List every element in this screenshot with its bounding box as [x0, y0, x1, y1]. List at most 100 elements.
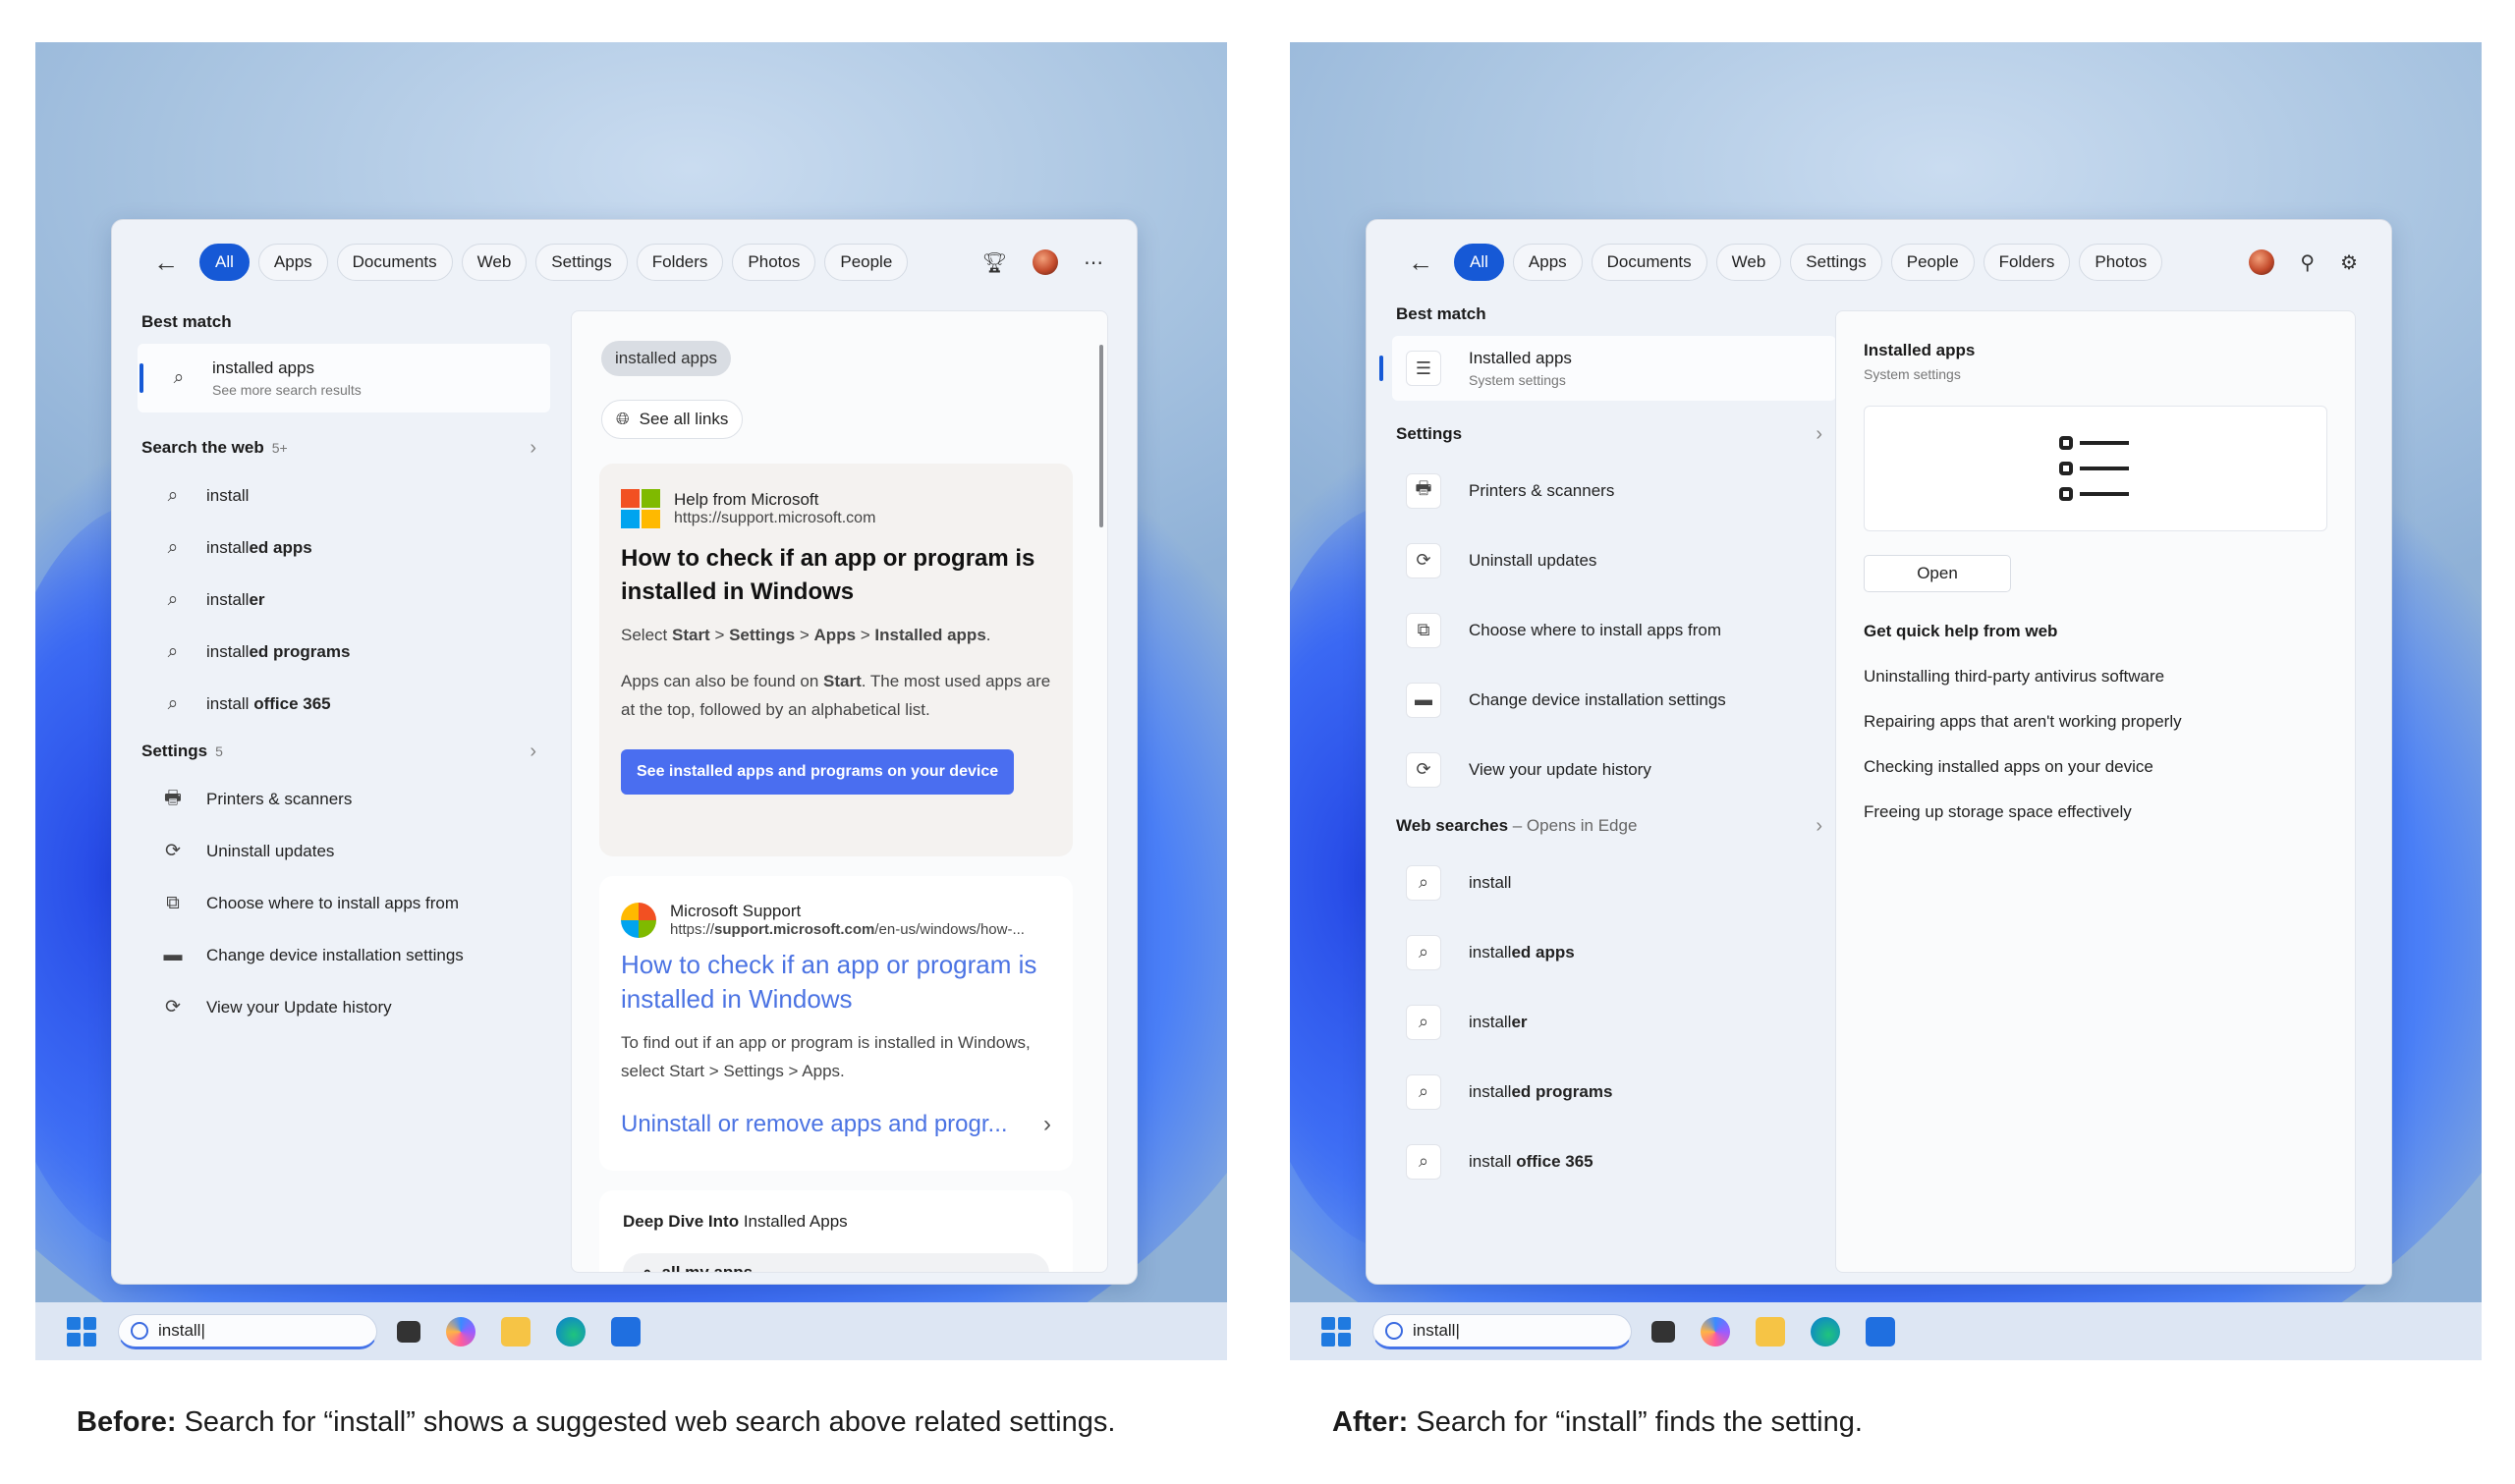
device-bar-icon: ▬	[163, 944, 183, 965]
more-options-icon[interactable]: ⋯	[1084, 250, 1103, 275]
before-screenshot: ← All Apps Documents Web Settings Folder…	[35, 42, 1227, 1360]
settings-item[interactable]: ⧉ Choose where to install apps from	[138, 877, 550, 929]
settings-heading[interactable]: Settings ›	[1392, 412, 1836, 456]
settings-item[interactable]: 🖶 Printers & scanners	[138, 773, 550, 825]
web-search-item[interactable]: ⌕ install office 365	[138, 678, 550, 730]
tab-folders[interactable]: Folders	[1983, 244, 2071, 281]
settings-item[interactable]: ⧉ Choose where to install apps from	[1392, 595, 1836, 665]
help-link[interactable]: Freeing up storage space effectively	[1864, 802, 2327, 822]
search-icon: ⌕	[173, 367, 185, 388]
file-explorer-icon[interactable]	[501, 1316, 531, 1347]
settings-heading[interactable]: Settings 5 ›	[138, 730, 550, 773]
web-search-item[interactable]: ⌕ install	[1392, 848, 1836, 917]
web-searches-heading[interactable]: Web searches – Opens in Edge ›	[1392, 804, 1836, 848]
see-all-links-button[interactable]: 🌐︎ See all links	[601, 400, 744, 439]
store-icon[interactable]	[611, 1316, 641, 1347]
web-search-item[interactable]: ⌕ installed apps	[1392, 917, 1836, 987]
settings-item[interactable]: ⟳ Uninstall updates	[1392, 525, 1836, 595]
task-view-icon[interactable]	[397, 1320, 420, 1343]
web-search-item[interactable]: ⌕ installed programs	[138, 626, 550, 678]
best-match-item[interactable]: ⌕ installed apps See more search results	[138, 344, 550, 412]
back-arrow-icon[interactable]: ←	[153, 247, 191, 278]
settings-item-label: Change device installation settings	[206, 945, 464, 964]
avatar[interactable]	[2249, 249, 2275, 275]
search-icon: ⌕	[1406, 1004, 1441, 1040]
tab-people[interactable]: People	[824, 244, 909, 281]
settings-item[interactable]: ▬ Change device installation settings	[1392, 665, 1836, 735]
web-search-item[interactable]: ⌕ installer	[138, 574, 550, 626]
web-results: ⌕ install ⌕ installed apps ⌕ installer ⌕ instal…	[138, 469, 550, 730]
taskbar: install|	[35, 1302, 1227, 1360]
task-view-icon[interactable]	[1651, 1320, 1675, 1343]
windows-start-icon[interactable]	[67, 1316, 96, 1347]
copilot-icon[interactable]	[446, 1316, 475, 1347]
suggestion-text: ed apps	[1511, 942, 1575, 962]
help-steps: Select Start > Settings > Apps > Install…	[621, 626, 991, 644]
web-search-item[interactable]: ⌕ install	[138, 469, 550, 522]
help-link[interactable]: Checking installed apps on your device	[1864, 757, 2327, 777]
settings-item[interactable]: 🖶 Printers & scanners	[1392, 456, 1836, 525]
edge-browser-icon[interactable]	[1811, 1316, 1840, 1347]
tab-people[interactable]: People	[1890, 244, 1975, 281]
help-link[interactable]: Uninstalling third-party antivirus softw…	[1864, 667, 2327, 687]
best-match-item[interactable]: ☰ Installed apps System settings	[1379, 336, 1836, 401]
web-search-item[interactable]: ⌕ install office 365	[1392, 1127, 1836, 1196]
taskbar-search-box[interactable]: install|	[118, 1313, 377, 1349]
avatar[interactable]	[1033, 249, 1058, 275]
web-search-label: installed programs	[1469, 1082, 1612, 1102]
tab-web[interactable]: Web	[461, 244, 528, 281]
installed-apps-list-icon	[1864, 406, 2327, 531]
settings-item[interactable]: ⟳ View your update history	[1392, 735, 1836, 804]
tab-settings[interactable]: Settings	[535, 244, 628, 281]
rewards-trophy-icon[interactable]: 🏆︎	[982, 250, 1007, 275]
chevron-right-icon: ›	[530, 740, 536, 762]
taskbar-search-box[interactable]: install|	[1372, 1313, 1632, 1349]
search-icon	[1385, 1321, 1403, 1340]
scrollbar[interactable]	[1099, 345, 1103, 527]
open-button[interactable]: Open	[1864, 555, 2011, 592]
best-match-heading: Best match	[1396, 304, 1486, 323]
settings-item[interactable]: ⟳ View your Update history	[138, 981, 550, 1033]
search-web-heading[interactable]: Search the web 5+ ›	[138, 426, 550, 469]
tab-photos[interactable]: Photos	[2079, 244, 2163, 281]
edge-browser-icon[interactable]	[556, 1316, 586, 1347]
best-match-title: installed apps	[212, 358, 314, 377]
tab-photos[interactable]: Photos	[732, 244, 816, 281]
tab-documents[interactable]: Documents	[1591, 244, 1707, 281]
tab-settings[interactable]: Settings	[1790, 244, 1882, 281]
tab-apps[interactable]: Apps	[257, 244, 328, 281]
query-text: install	[206, 589, 250, 609]
deep-dive-query[interactable]: ⌕ all my apps	[623, 1253, 1049, 1272]
gear-icon[interactable]: ⚙	[2340, 250, 2358, 275]
query-pill[interactable]: installed apps	[601, 341, 731, 376]
refresh-icon: ⟳	[1406, 542, 1441, 578]
web-search-item[interactable]: ⌕ installed apps	[138, 522, 550, 574]
search-window: ← All Apps Documents Web Settings People…	[1366, 219, 2392, 1285]
printer-icon: 🖶	[1406, 472, 1441, 509]
query-text: install	[1469, 872, 1512, 892]
support-title-link[interactable]: How to check if an app or program is ins…	[621, 948, 1051, 1017]
see-installed-apps-button[interactable]: See installed apps and programs on your …	[621, 749, 1015, 795]
settings-item[interactable]: ▬ Change device installation settings	[138, 929, 550, 981]
best-match-title: Installed apps	[1469, 349, 1572, 367]
microsoft-logo-icon	[621, 489, 660, 528]
web-search-item[interactable]: ⌕ installed programs	[1392, 1057, 1836, 1127]
query-text: install	[206, 485, 250, 505]
settings-item-label: Choose where to install apps from	[1469, 620, 1722, 639]
copilot-icon[interactable]	[1701, 1316, 1730, 1347]
tab-folders[interactable]: Folders	[636, 244, 724, 281]
share-link-icon[interactable]: ⚲	[2300, 250, 2315, 275]
web-search-item[interactable]: ⌕ installer	[1392, 987, 1836, 1057]
file-explorer-icon[interactable]	[1756, 1316, 1785, 1347]
back-arrow-icon[interactable]: ←	[1408, 247, 1445, 278]
tab-documents[interactable]: Documents	[336, 244, 453, 281]
settings-item[interactable]: ⟳ Uninstall updates	[138, 825, 550, 877]
windows-start-icon[interactable]	[1321, 1316, 1351, 1347]
tab-apps[interactable]: Apps	[1512, 244, 1583, 281]
tab-all[interactable]: All	[199, 244, 250, 281]
tab-all[interactable]: All	[1454, 244, 1504, 281]
help-link[interactable]: Repairing apps that aren't working prope…	[1864, 712, 2327, 732]
uninstall-apps-link[interactable]: Uninstall or remove apps and progr... ›	[621, 1111, 1051, 1138]
store-icon[interactable]	[1866, 1316, 1895, 1347]
tab-web[interactable]: Web	[1715, 244, 1782, 281]
